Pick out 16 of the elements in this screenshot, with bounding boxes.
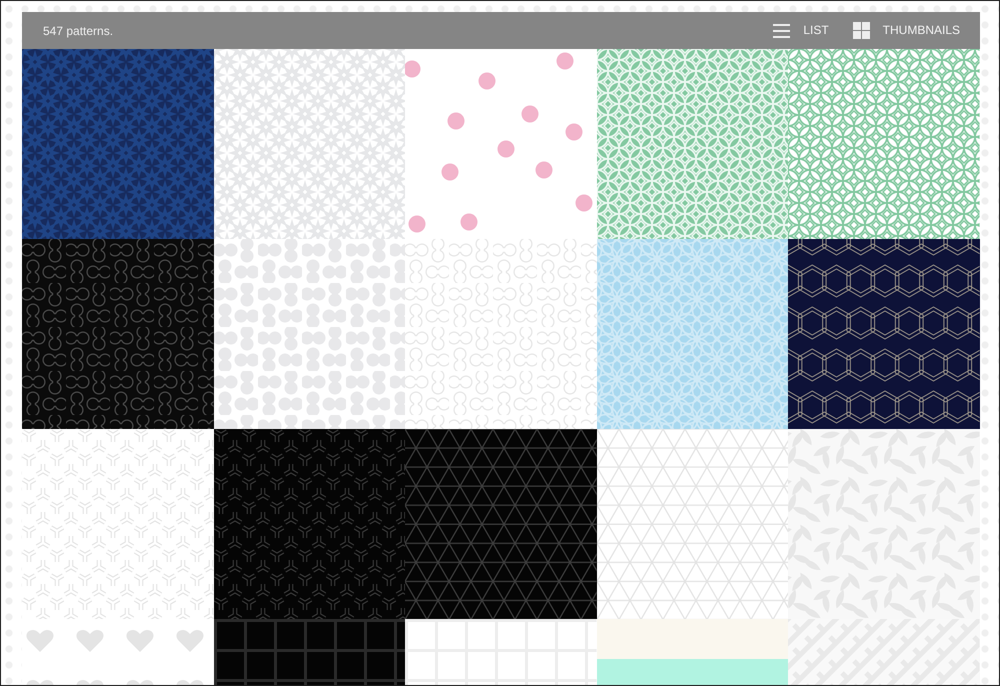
damask-pattern-drawing[interactable] [22,49,214,239]
loop-pattern-drawing[interactable] [405,239,597,429]
thumbnail-view-button[interactable]: THUMBNAILS [852,22,960,39]
grid-pattern-drawing[interactable] [214,619,406,685]
list-icon [773,24,790,38]
tripod-pattern-drawing[interactable] [214,429,406,619]
grid-pattern-drawing[interactable] [405,619,597,685]
grid-icon [852,22,870,39]
pattern-count: 547 patterns. [43,24,114,38]
triangle-pattern-drawing[interactable] [405,429,597,619]
loop-pattern-drawing[interactable] [22,239,214,429]
hexagon-pattern-drawing[interactable] [788,239,980,429]
blob-pattern-drawing[interactable] [214,239,406,429]
damask-pattern-drawing[interactable] [214,49,406,239]
zigzag-pattern-drawing[interactable] [788,619,980,685]
list-view-button[interactable]: LIST [773,22,829,39]
